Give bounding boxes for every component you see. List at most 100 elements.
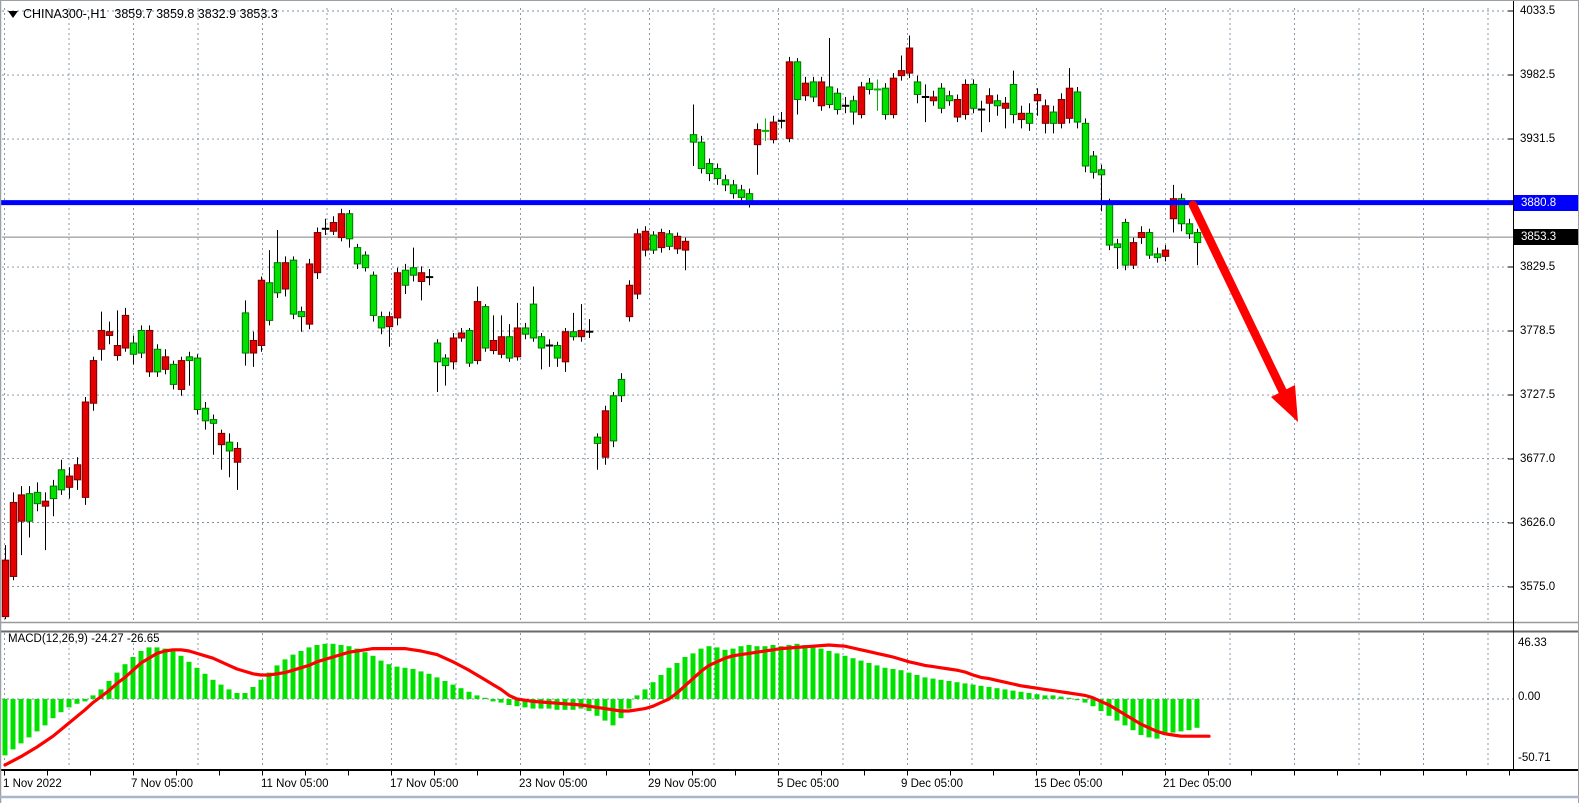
macd-histogram-bar — [995, 688, 1000, 699]
candle-body — [114, 346, 120, 356]
macd-tick-label: -50.71 — [1518, 751, 1551, 765]
candle-body — [634, 234, 640, 294]
candle-body — [10, 502, 16, 576]
candle-body — [650, 235, 656, 250]
candle-body — [1018, 113, 1024, 119]
macd-histogram-bar — [715, 647, 720, 699]
candle-body — [50, 486, 56, 499]
candle-body — [722, 180, 728, 185]
candle-body — [866, 83, 872, 89]
macd-histogram-bar — [51, 699, 56, 718]
candle-body — [1138, 233, 1144, 238]
candle-body — [962, 84, 968, 114]
candle-body — [618, 379, 624, 395]
macd-histogram-bar — [635, 695, 640, 699]
candle-body — [282, 263, 288, 289]
macd-histogram-bar — [979, 686, 984, 699]
macd-histogram-bar — [883, 668, 888, 699]
candle-body — [930, 97, 936, 101]
candle-body — [882, 88, 888, 114]
candle-body — [594, 437, 600, 443]
macd-histogram-bar — [395, 667, 400, 699]
candle-body — [474, 302, 480, 361]
macd-histogram-bar — [27, 699, 32, 737]
macd-histogram-bar — [619, 699, 624, 718]
candle-body — [442, 358, 448, 366]
macd-histogram-bar — [427, 674, 432, 699]
ohlc-values: 3859.7 3859.8 3832.9 3853.3 — [114, 7, 277, 21]
candle-body — [714, 169, 720, 179]
candle-body — [154, 349, 160, 372]
macd-histogram-bar — [875, 665, 880, 699]
price-tick-label: 3829.5 — [1520, 260, 1555, 274]
macd-histogram-bar — [659, 675, 664, 699]
macd-histogram-bar — [611, 699, 616, 725]
candle-body — [226, 442, 232, 451]
candle-body — [338, 214, 344, 238]
candle-body — [498, 337, 504, 355]
macd-histogram-bar — [955, 682, 960, 699]
candle-body — [602, 411, 608, 457]
macd-histogram-bar — [923, 677, 928, 699]
macd-histogram-bar — [1035, 694, 1040, 699]
macd-histogram-bar — [763, 646, 768, 699]
candle-body — [82, 402, 88, 497]
candle-body — [58, 470, 64, 490]
candle-body — [482, 307, 488, 348]
macd-histogram-bar — [507, 699, 512, 705]
candle-body — [290, 260, 296, 314]
candle-body — [850, 101, 856, 112]
candle-body — [914, 82, 920, 95]
macd-histogram-bar — [1195, 699, 1200, 728]
candle-body — [1130, 243, 1136, 266]
macd-histogram-bar — [235, 693, 240, 699]
macd-histogram-bar — [307, 647, 312, 699]
candle-body — [890, 78, 896, 114]
candle-body — [250, 340, 256, 353]
candle-body — [1122, 223, 1128, 266]
macd-histogram-bar — [195, 668, 200, 699]
candle-body — [1050, 112, 1056, 123]
macd-histogram-bar — [331, 644, 336, 699]
candle-body — [234, 448, 240, 462]
candle-body — [106, 332, 112, 336]
candle-body — [298, 312, 304, 317]
chart-canvas[interactable] — [0, 0, 1579, 803]
candle-body — [1026, 113, 1032, 123]
candle-body — [418, 273, 424, 282]
candle-body — [218, 433, 224, 444]
macd-histogram-bar — [947, 681, 952, 699]
macd-histogram-bar — [59, 699, 64, 712]
macd-histogram-bar — [1075, 699, 1080, 700]
candle-body — [434, 343, 440, 362]
candle-body — [178, 361, 184, 390]
candle-body — [138, 330, 144, 353]
macd-histogram-bar — [899, 670, 904, 699]
candle-body — [42, 501, 48, 506]
candle-body — [786, 62, 792, 139]
symbol-marker-icon[interactable] — [8, 11, 18, 18]
candle-body — [954, 99, 960, 117]
macd-histogram-bar — [299, 651, 304, 699]
macd-histogram-bar — [227, 689, 232, 699]
candle-body — [770, 122, 776, 140]
price-tick-label: 3982.5 — [1520, 68, 1555, 82]
macd-histogram-bar — [219, 685, 224, 699]
candle-body — [362, 255, 368, 268]
macd-histogram-bar — [667, 668, 672, 699]
candle-body — [578, 330, 584, 336]
time-tick-label: 29 Nov 05:00 — [648, 777, 716, 791]
macd-histogram-bar — [771, 645, 776, 699]
macd-histogram-bar — [971, 685, 976, 699]
price-tick-label: 3626.0 — [1520, 516, 1555, 530]
macd-histogram-bar — [147, 647, 152, 699]
time-tick-label: 1 Nov 2022 — [3, 777, 62, 791]
candle-body — [674, 236, 680, 249]
macd-tick-label: 46.33 — [1518, 636, 1547, 650]
candle-body — [538, 337, 544, 348]
macd-histogram-bar — [291, 655, 296, 699]
candle-body — [1114, 244, 1120, 248]
candle-body — [530, 304, 536, 338]
chart-title: CHINA300-,H13859.7 3859.8 3832.9 3853.3 — [23, 7, 278, 21]
candle-body — [146, 330, 152, 371]
